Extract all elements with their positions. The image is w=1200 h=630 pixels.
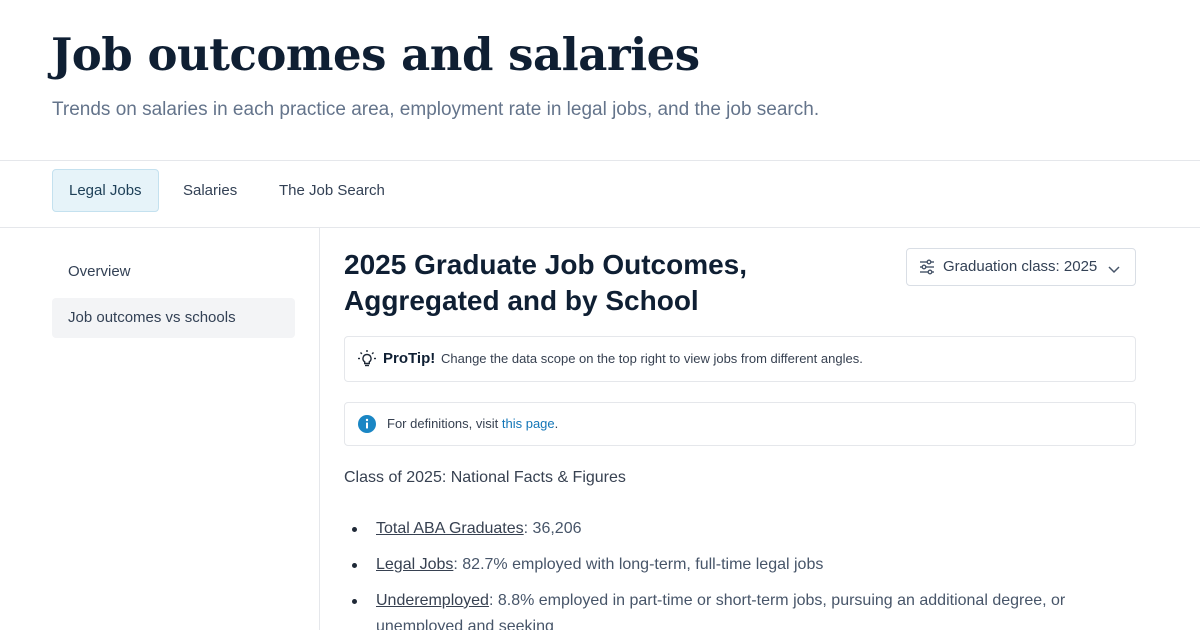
page-title: Job outcomes and salaries	[51, 28, 700, 81]
bullet	[352, 599, 357, 604]
sidebar-item-overview[interactable]: Overview	[52, 252, 295, 292]
graduation-class-value: Graduation class: 2025	[943, 258, 1098, 275]
sidebar-item-job-outcomes-vs-schools[interactable]: Job outcomes vs schools	[52, 298, 295, 338]
info-icon	[358, 415, 376, 438]
info-suffix: .	[554, 416, 559, 431]
fact-value: : 82.7% employed with long-term, full-ti…	[453, 556, 824, 573]
graduation-class-select[interactable]: Graduation class: 2025	[906, 248, 1136, 286]
main-content: 2025 Graduate Job Outcomes, Aggregated a…	[344, 228, 1136, 630]
protip-banner: ProTip! Change the data scope on the top…	[344, 336, 1136, 382]
bullet	[352, 527, 357, 532]
chevron-down-icon	[1107, 262, 1121, 280]
definitions-link[interactable]: this page	[502, 416, 555, 431]
sliders-icon	[919, 259, 935, 280]
section-title: 2025 Graduate Job Outcomes, Aggregated a…	[344, 249, 748, 316]
facts-list: Total ABA Graduates: 36,206 Legal Jobs: …	[344, 516, 1136, 630]
tab-the-job-search[interactable]: The Job Search	[262, 169, 402, 212]
info-text: For definitions, visit this page.	[387, 403, 558, 445]
fact-term-legal-jobs[interactable]: Legal Jobs	[376, 556, 453, 573]
lightbulb-icon	[357, 349, 377, 374]
page-header: Job outcomes and salaries Trends on sala…	[0, 0, 1200, 161]
fact-term-total-aba-graduates[interactable]: Total ABA Graduates	[376, 520, 524, 537]
info-banner: For definitions, visit this page.	[344, 402, 1136, 446]
sidebar: Overview Job outcomes vs schools	[0, 228, 320, 630]
fact-value: : 36,206	[523, 520, 582, 537]
protip-label: ProTip!	[383, 350, 436, 367]
protip-text: Change the data scope on the top right t…	[441, 351, 863, 366]
list-item: Total ABA Graduates: 36,206	[344, 516, 1136, 542]
tab-bar: Legal Jobs Salaries The Job Search	[0, 161, 1200, 228]
info-prefix: For definitions, visit	[387, 416, 502, 431]
tab-salaries[interactable]: Salaries	[166, 169, 254, 212]
tab-legal-jobs[interactable]: Legal Jobs	[52, 169, 159, 212]
bullet	[352, 563, 357, 568]
fact-term-underemployed[interactable]: Underemployed	[376, 592, 489, 609]
facts-title: Class of 2025: National Facts & Figures	[344, 469, 626, 486]
page-subtitle: Trends on salaries in each practice area…	[52, 99, 820, 120]
list-item: Underemployed: 8.8% employed in part-tim…	[344, 588, 1136, 630]
list-item: Legal Jobs: 82.7% employed with long-ter…	[344, 552, 1136, 578]
